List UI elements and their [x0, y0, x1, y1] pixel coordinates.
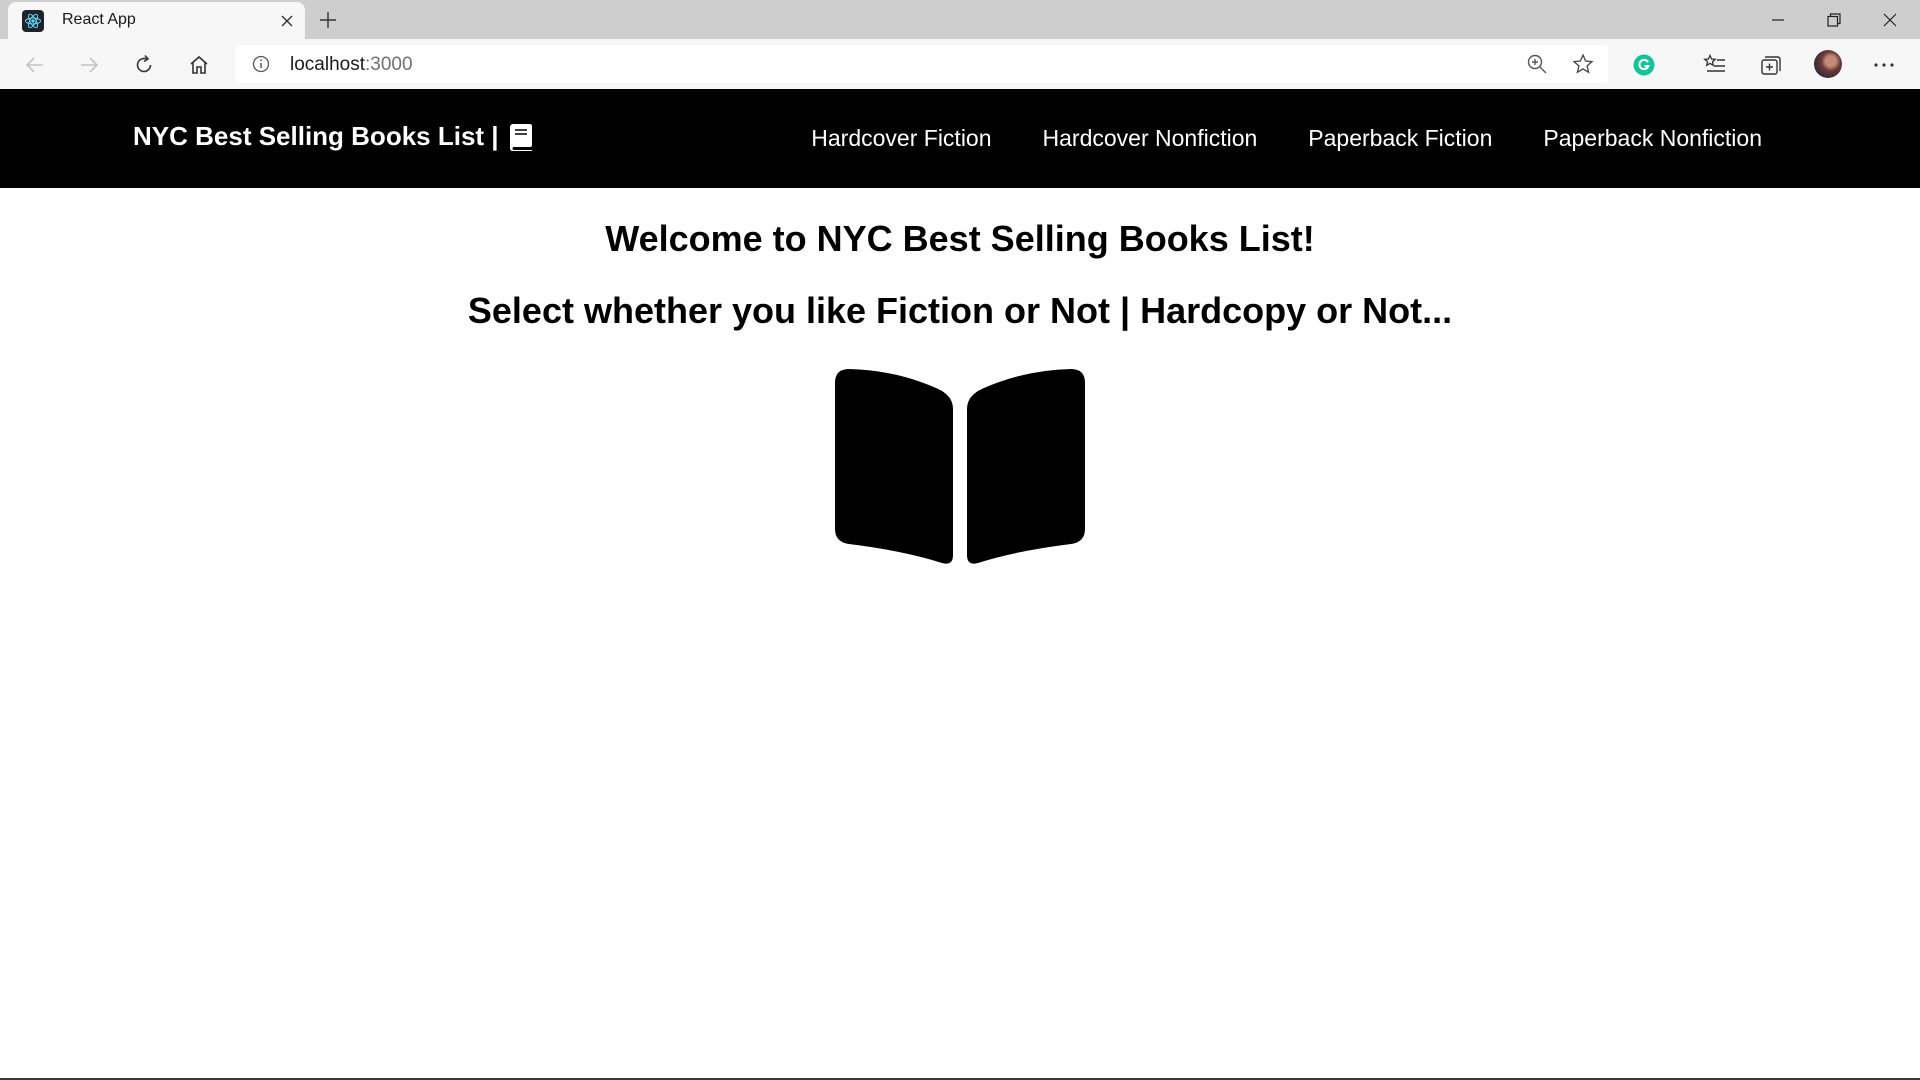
browser-tabstrip: React App	[0, 0, 1920, 39]
home-icon[interactable]	[182, 48, 216, 82]
url-port: :3000	[365, 54, 413, 75]
back-icon[interactable]	[18, 48, 52, 82]
nav-link-paperback-fiction[interactable]: Paperback Fiction	[1308, 125, 1492, 152]
nav-link-paperback-nonfiction[interactable]: Paperback Nonfiction	[1543, 125, 1762, 152]
nav-links: Hardcover Fiction Hardcover Nonfiction P…	[760, 125, 1762, 152]
favorite-star-icon[interactable]	[1571, 52, 1595, 76]
url-text[interactable]: localhost:3000	[290, 54, 413, 76]
grammarly-icon[interactable]	[1627, 48, 1661, 82]
nav-link-hardcover-nonfiction[interactable]: Hardcover Nonfiction	[1043, 125, 1258, 152]
app-navbar: NYC Best Selling Books List | Hardcover …	[0, 89, 1920, 188]
book-icon	[509, 123, 533, 151]
zoom-icon[interactable]	[1525, 52, 1549, 76]
new-tab-icon[interactable]	[316, 8, 340, 32]
forward-icon[interactable]	[72, 48, 106, 82]
nav-link-hardcover-fiction[interactable]: Hardcover Fiction	[811, 125, 991, 152]
brand[interactable]: NYC Best Selling Books List |	[133, 121, 533, 152]
profile-avatar[interactable]	[1814, 50, 1842, 78]
refresh-icon[interactable]	[127, 48, 161, 82]
address-bar[interactable]: localhost:3000	[235, 45, 1608, 83]
subtitle-heading: Select whether you like Fiction or Not |…	[467, 290, 1453, 331]
close-window-icon[interactable]	[1862, 0, 1918, 39]
open-book-icon	[835, 369, 1085, 564]
tab-title: React App	[62, 11, 136, 28]
brand-title: NYC Best Selling Books List |	[133, 121, 499, 151]
favorites-list-icon[interactable]	[1698, 48, 1732, 82]
browser-toolbar: localhost:3000	[0, 39, 1920, 89]
tab-close-icon[interactable]	[276, 10, 298, 32]
main-content: Welcome to NYC Best Selling Books List! …	[0, 188, 1920, 564]
welcome-heading: Welcome to NYC Best Selling Books List!	[605, 218, 1315, 259]
more-options-icon[interactable]	[1867, 48, 1901, 82]
url-host: localhost	[290, 54, 365, 75]
restore-icon[interactable]	[1806, 0, 1862, 39]
info-icon[interactable]	[251, 54, 271, 74]
collections-icon[interactable]	[1754, 48, 1788, 82]
react-icon	[22, 10, 44, 32]
minimize-icon[interactable]	[1750, 0, 1806, 39]
browser-tab[interactable]: React App	[8, 2, 305, 39]
